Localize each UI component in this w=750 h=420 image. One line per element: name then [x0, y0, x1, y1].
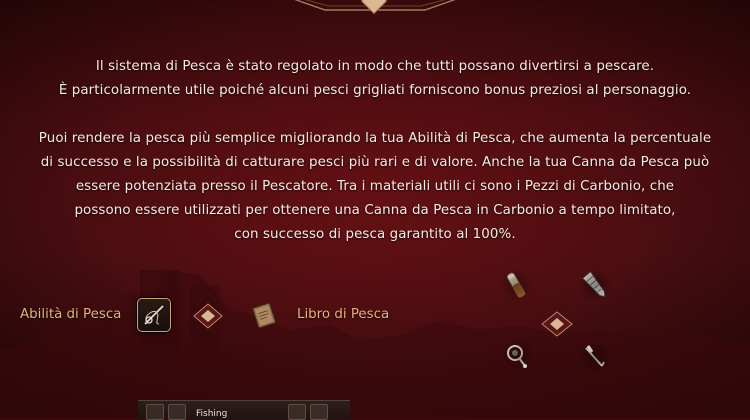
description-line: Puoi rendere la pesca più semplice migli… [38, 131, 712, 146]
drill-icon[interactable] [578, 268, 612, 302]
fishing-skill-label: Abilità di Pesca [20, 307, 122, 322]
reel-icon[interactable] [501, 338, 535, 372]
fishing-hook-icon[interactable] [578, 340, 612, 374]
description-paragraph-2: Puoi rendere la pesca più semplice migli… [0, 127, 750, 247]
fishing-book-label: Libro di Pesca [297, 307, 390, 322]
book-icon[interactable] [249, 300, 279, 330]
description-line: essere potenziata presso il Pescatore. T… [75, 179, 675, 194]
top-ornament [294, 0, 456, 15]
bottom-hotbar [138, 400, 350, 420]
description-line: possono essere utilizzati per ottenere u… [74, 203, 676, 218]
description-line: Il sistema di Pesca è stato regolato in … [95, 59, 655, 74]
bait-icon[interactable] [499, 268, 533, 302]
description-line: È particolarmente utile poiché alcuni pe… [58, 83, 692, 98]
description-line: con successo di pesca garantito al 100%. [234, 227, 516, 242]
diamond-ornament [193, 303, 223, 329]
fishing-rod-icon[interactable] [137, 298, 171, 332]
description-paragraph-1: Il sistema di Pesca è stato regolato in … [0, 55, 750, 103]
diamond-ornament [541, 311, 573, 337]
description-line: di successo e la possibilità di catturar… [40, 155, 710, 170]
